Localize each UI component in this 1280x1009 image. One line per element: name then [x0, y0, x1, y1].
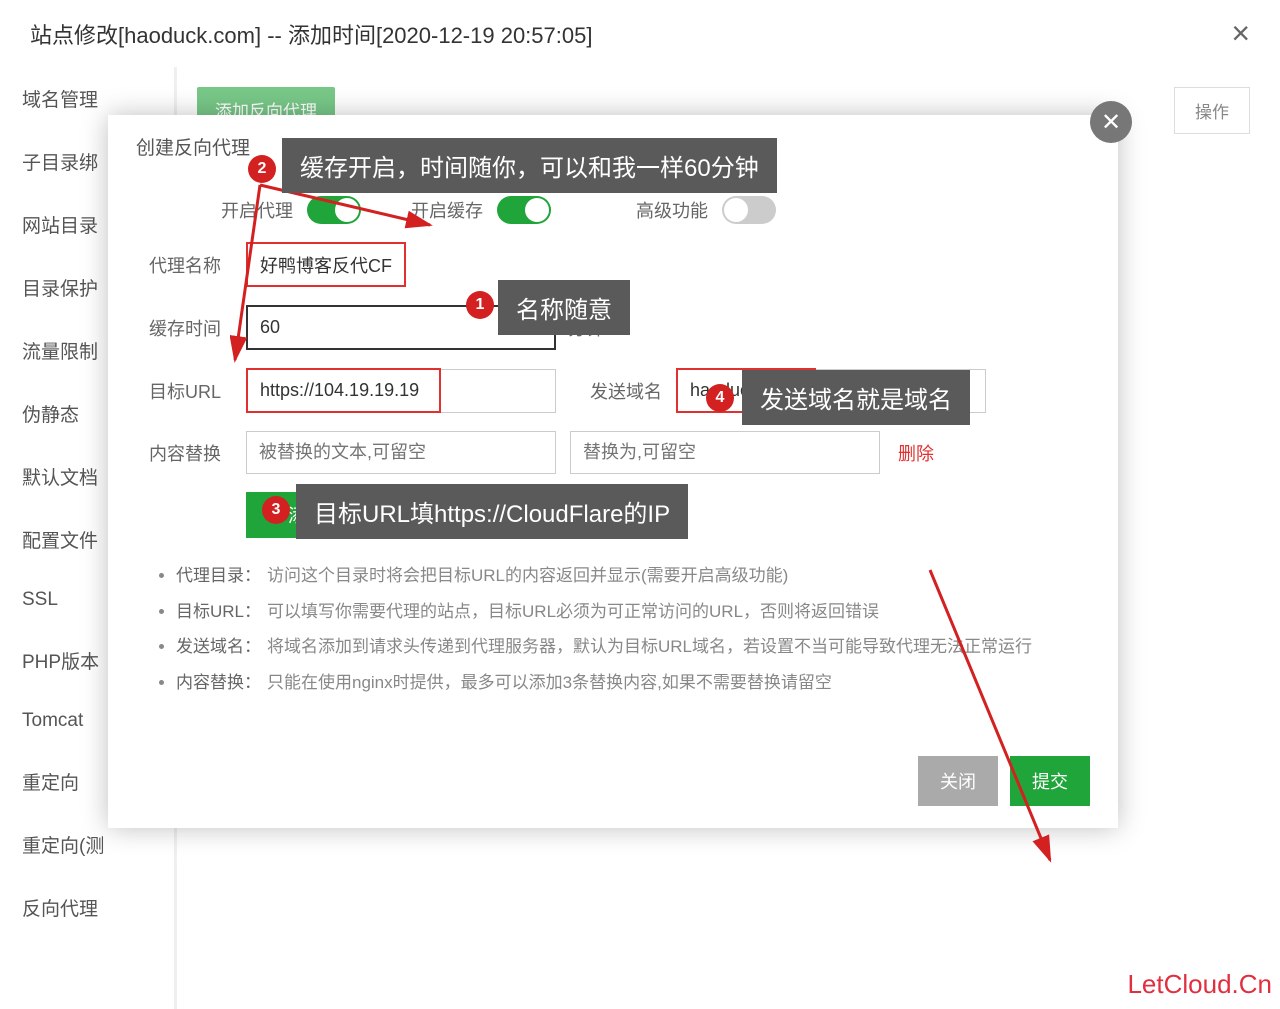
replace-to-input[interactable] [570, 431, 880, 474]
enable-proxy-toggle[interactable] [307, 196, 361, 224]
help-text: 代理目录：访问这个目录时将会把目标URL的内容返回并显示(需要开启高级功能) 目… [136, 558, 1090, 701]
send-domain-label: 发送域名 [556, 378, 676, 404]
advanced-toggle[interactable] [722, 196, 776, 224]
annotation-badge-1: 1 [466, 291, 494, 319]
enable-cache-toggle[interactable] [497, 196, 551, 224]
replace-from-input[interactable] [246, 431, 556, 474]
delete-link[interactable]: 删除 [898, 440, 934, 466]
annotation-3: 目标URL填https://CloudFlare的IP [296, 484, 688, 539]
annotation-badge-2: 2 [248, 155, 276, 183]
cancel-button[interactable]: 关闭 [918, 756, 998, 806]
proxy-name-label: 代理名称 [136, 252, 246, 278]
watermark: LetCloud.Cn [1127, 969, 1272, 1000]
annotation-1: 名称随意 [498, 280, 630, 335]
outer-modal-title: 站点修改[haoduck.com] -- 添加时间[2020-12-19 20:… [30, 18, 592, 50]
submit-button[interactable]: 提交 [1010, 756, 1090, 806]
annotation-badge-3: 3 [262, 496, 290, 524]
close-icon[interactable]: × [1231, 15, 1250, 52]
enable-proxy-label: 开启代理 [221, 197, 293, 223]
proxy-name-input[interactable] [246, 242, 406, 287]
advanced-label: 高级功能 [636, 197, 708, 223]
close-icon[interactable]: ✕ [1090, 101, 1132, 143]
enable-cache-label: 开启缓存 [411, 197, 483, 223]
annotation-4: 发送域名就是域名 [742, 370, 970, 425]
target-url-input[interactable] [246, 368, 441, 413]
target-url-label: 目标URL [136, 378, 246, 404]
operation-column-header: 操作 [1174, 87, 1250, 134]
annotation-2: 缓存开启，时间随你，可以和我一样60分钟 [282, 138, 777, 193]
sidebar-item[interactable]: 反向代理 [0, 876, 174, 939]
cache-time-label: 缓存时间 [136, 315, 246, 341]
content-replace-label: 内容替换 [136, 440, 246, 466]
create-reverse-proxy-modal: ✕ 创建反向代理 开启代理 开启缓存 高级功能 代理名称 缓存时间 分钟 [108, 115, 1118, 828]
annotation-badge-4: 4 [706, 384, 734, 412]
